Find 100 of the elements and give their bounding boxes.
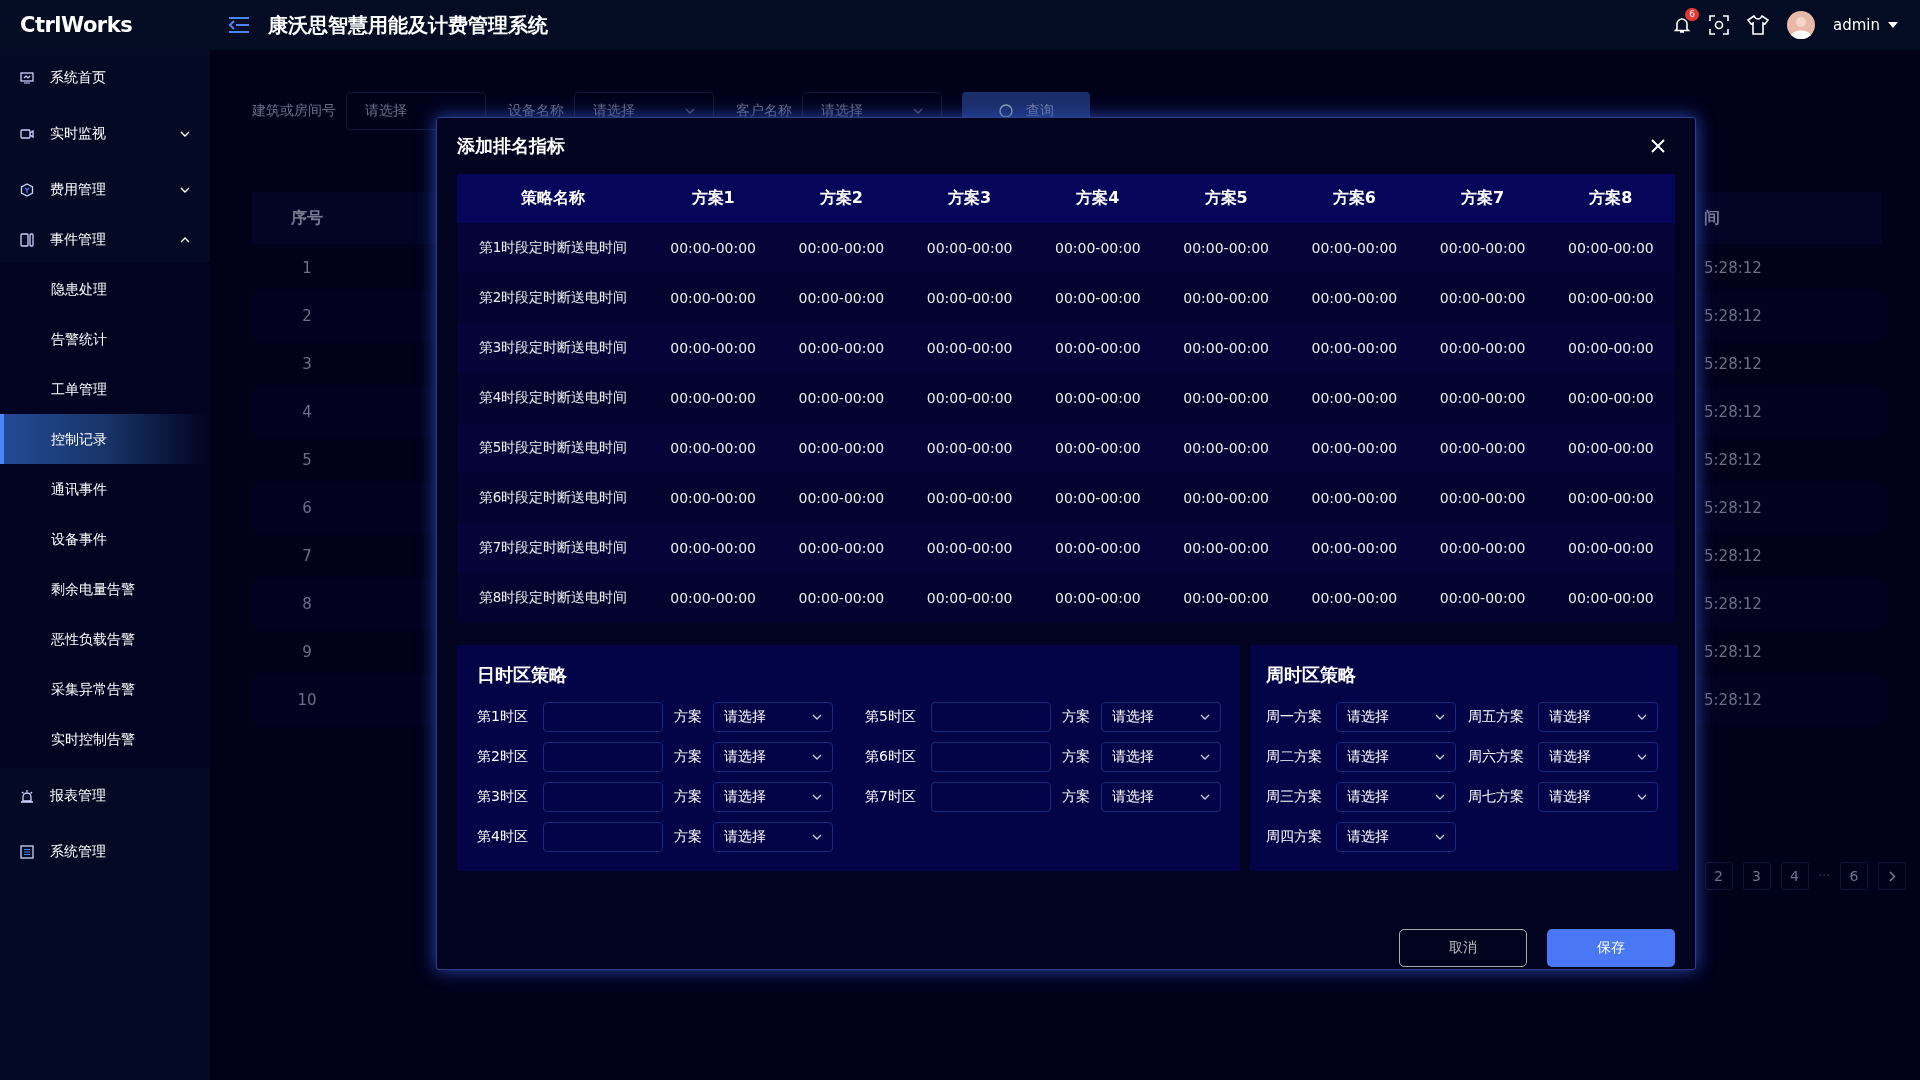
select-field[interactable]: 请选择 (713, 702, 833, 732)
table-cell: 00:00-00:00 (777, 223, 906, 273)
nav-item[interactable]: 事件管理 (0, 218, 210, 262)
page-button[interactable]: 6 (1840, 862, 1868, 890)
nav-item[interactable]: 隐患处理 (0, 264, 210, 314)
table-cell: 00:00-00:00 (1546, 573, 1675, 623)
table-cell: 5:28:12 (1704, 547, 1762, 565)
table-cell: 第2时段定时断送电时间 (457, 273, 649, 323)
dialog-title: 添加排名指标 (457, 134, 565, 158)
nav-item[interactable]: 剩余电量告警 (0, 564, 210, 614)
close-icon[interactable] (1651, 139, 1665, 153)
table-cell: 00:00-00:00 (649, 523, 778, 573)
table-cell: 00:00-00:00 (777, 523, 906, 573)
table-cell: 00:00-00:00 (649, 473, 778, 523)
select-field[interactable]: 请选择 (1538, 742, 1658, 772)
list-icon (20, 845, 34, 859)
table-cell: 00:00-00:00 (1546, 523, 1675, 573)
logo: CtrlWorks (19, 13, 134, 37)
field-label: 周四方案 (1266, 828, 1323, 846)
chevron-icon (812, 754, 822, 760)
nav-item[interactable]: 报表管理 (0, 768, 210, 824)
nav-item[interactable]: 工单管理 (0, 364, 210, 414)
table-cell: 5:28:12 (1704, 403, 1762, 421)
column-header: 方案3 (905, 174, 1034, 223)
table-cell: 00:00-00:00 (649, 423, 778, 473)
select-field[interactable]: 请选择 (713, 822, 833, 852)
bell-icon[interactable] (1673, 16, 1691, 34)
nav-item[interactable]: 实时监视 (0, 106, 210, 162)
input-field[interactable] (931, 782, 1051, 812)
table-cell: 5:28:12 (1704, 355, 1762, 373)
caret-icon[interactable] (1888, 22, 1898, 28)
column-header: 方案8 (1546, 174, 1675, 223)
field-label: 第3时区 (477, 788, 529, 806)
table-cell: 5:28:12 (1704, 451, 1762, 469)
field-label: 第4时区 (477, 828, 529, 846)
table-cell: 5:28:12 (1704, 259, 1762, 277)
table-cell: 00:00-00:00 (1162, 223, 1291, 273)
nav-item[interactable]: 通讯事件 (0, 464, 210, 514)
select-field[interactable]: 请选择 (1336, 782, 1456, 812)
save-button[interactable]: 保存 (1547, 929, 1675, 967)
cancel-button[interactable]: 取消 (1399, 929, 1527, 967)
table-cell-text: 10 (296, 691, 318, 709)
input-field[interactable] (543, 822, 663, 852)
chevron-icon (812, 714, 822, 720)
input-field[interactable] (931, 742, 1051, 772)
table-cell: 00:00-00:00 (1033, 373, 1162, 423)
table-cell: 00:00-00:00 (905, 323, 1034, 373)
table-cell: 00:00-00:00 (777, 423, 906, 473)
chevron-icon (180, 131, 190, 137)
select-field[interactable]: 请选择 (1101, 702, 1221, 732)
table-cell-text: 8 (301, 595, 313, 613)
table-cell: 00:00-00:00 (777, 373, 906, 423)
nav-item[interactable]: 设备事件 (0, 514, 210, 564)
chevron-icon (1200, 794, 1210, 800)
chevron-icon (180, 187, 190, 193)
input-field[interactable] (543, 742, 663, 772)
table-cell: 00:00-00:00 (1546, 473, 1675, 523)
user-name[interactable]: admin (1833, 16, 1880, 34)
table-cell: 00:00-00:00 (905, 423, 1034, 473)
next-page-button[interactable] (1878, 862, 1906, 890)
select-field[interactable]: 请选择 (1538, 782, 1658, 812)
select-field[interactable]: 请选择 (1336, 702, 1456, 732)
select-field[interactable]: 请选择 (1336, 822, 1456, 852)
table-cell: 00:00-00:00 (1418, 223, 1547, 273)
select-field[interactable]: 请选择 (713, 782, 833, 812)
select-field[interactable]: 请选择 (1101, 742, 1221, 772)
input-field[interactable] (931, 702, 1051, 732)
input-field[interactable] (543, 782, 663, 812)
table-cell: 00:00-00:00 (1418, 573, 1547, 623)
field-label: 周六方案 (1468, 748, 1525, 766)
table-cell: 00:00-00:00 (1546, 323, 1675, 373)
chevron-icon (1435, 834, 1445, 840)
nav-item[interactable]: 告警统计 (0, 314, 210, 364)
select-field[interactable]: 请选择 (1336, 742, 1456, 772)
select-field[interactable]: 请选择 (1101, 782, 1221, 812)
nav-item[interactable]: 采集异常告警 (0, 664, 210, 714)
columns-icon (20, 233, 34, 247)
select-field[interactable]: 请选择 (713, 742, 833, 772)
nav-item[interactable]: 实时控制告警 (0, 714, 210, 764)
table-cell: 第3时段定时断送电时间 (457, 323, 649, 373)
table-cell: 00:00-00:00 (1033, 323, 1162, 373)
table-cell: 00:00-00:00 (1290, 523, 1419, 573)
nav-item[interactable]: 系统管理 (0, 824, 210, 880)
shirt-icon[interactable] (1747, 15, 1769, 35)
fullscreen-icon[interactable] (1709, 15, 1729, 35)
page-button[interactable]: 2 (1704, 862, 1733, 890)
select-field[interactable]: 请选择 (1538, 702, 1658, 732)
table-cell: 00:00-00:00 (649, 573, 778, 623)
nav-item[interactable]: 恶性负载告警 (0, 614, 210, 664)
nav-item[interactable]: 费用管理 (0, 162, 210, 218)
table-cell: 00:00-00:00 (1546, 423, 1675, 473)
app-title: 康沃思智慧用能及计费管理系统 (268, 11, 548, 39)
nav-item[interactable]: 系统首页 (0, 50, 210, 106)
menu-icon[interactable] (228, 16, 250, 34)
page-button[interactable]: 4 (1780, 862, 1809, 890)
table-cell-text: 5 (301, 451, 313, 469)
page-button[interactable]: 3 (1742, 862, 1771, 890)
chevron-icon (1888, 870, 1896, 882)
input-field[interactable] (543, 702, 663, 732)
avatar[interactable] (1787, 11, 1815, 39)
